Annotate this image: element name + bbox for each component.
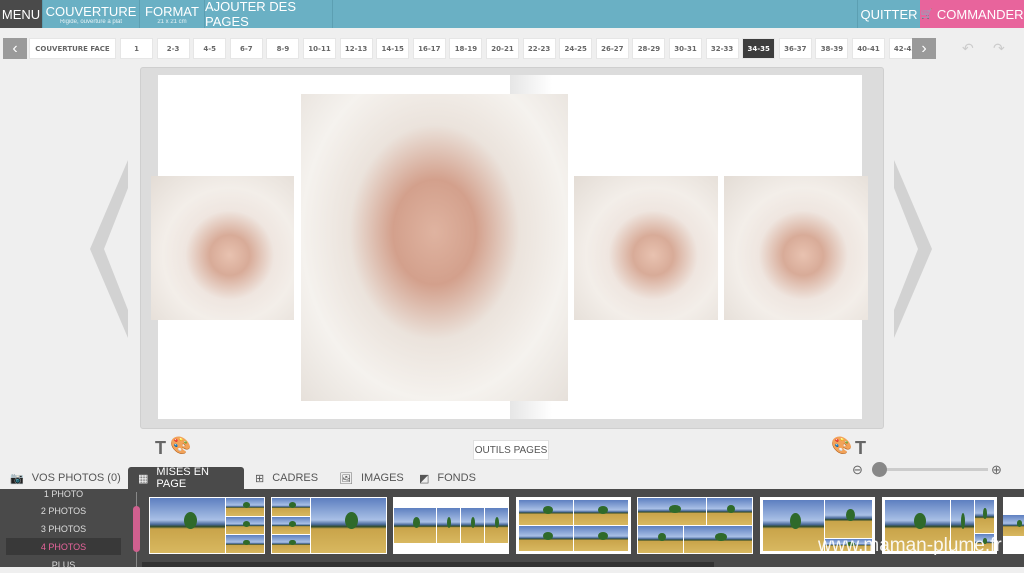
layout-thumbnail[interactable] (516, 497, 631, 554)
tab-frames[interactable]: ⊞ CADRES (255, 467, 318, 489)
page-tab[interactable]: 38-39 (815, 38, 849, 59)
camera-icon: 📷 (10, 472, 24, 485)
next-spread-arrow[interactable] (892, 160, 932, 338)
page-tab[interactable]: 14-15 (376, 38, 410, 59)
tab-label: IMAGES (360, 472, 404, 484)
page-tab[interactable]: 24-25 (559, 38, 593, 59)
add-pages-label: AJOUTER DES PAGES (205, 0, 297, 29)
page-tab[interactable]: 12-13 (339, 38, 373, 59)
layout-menu-3-photos[interactable]: 3 PHOTOS (6, 520, 121, 537)
page-tab[interactable]: 1 (120, 38, 153, 59)
prev-spread-arrow[interactable] (90, 160, 130, 338)
layout-menu-1-photo[interactable]: 1 PHOTO (6, 485, 121, 502)
tab-layouts[interactable]: ▦ MISES EN PAGE (128, 466, 244, 490)
tab-images[interactable]: 🖼 IMAGES (339, 467, 404, 489)
tab-backgrounds[interactable]: ◩ FONDS (419, 467, 476, 489)
image-icon: 🖼 (339, 472, 353, 485)
photo-slot[interactable] (151, 176, 294, 320)
page-tab[interactable]: 36-37 (778, 38, 812, 59)
page-tab[interactable]: 34-35 (742, 38, 776, 59)
order-button[interactable]: 🛒 COMMANDER (920, 0, 1024, 28)
cart-icon: 🛒 (920, 8, 933, 20)
format-button[interactable]: FORMAT 21 x 21 cm (140, 0, 205, 28)
page-tab[interactable]: 20-21 (486, 38, 519, 59)
cover-sub: Rigide, ouverture à plat (59, 18, 123, 25)
background-icon: ◩ (419, 472, 430, 485)
page-tab[interactable]: COUVERTURE FACE (29, 38, 116, 59)
tab-label: CADRES (272, 472, 319, 484)
page-tab[interactable]: 22-23 (522, 38, 556, 59)
layout-thumbnail[interactable] (393, 497, 509, 554)
layout-thumbnail[interactable] (637, 497, 753, 554)
page-tab[interactable]: 18-19 (449, 38, 483, 59)
page-tab[interactable]: 4-5 (193, 38, 227, 59)
tab-label: VOS PHOTOS (0) (31, 472, 121, 484)
menu-label: MENU (1, 6, 41, 22)
layout-icon: ▦ (138, 472, 149, 485)
palette-icon[interactable]: 🎨 (831, 436, 852, 456)
page-tab[interactable]: 32-33 (705, 38, 739, 59)
cover-label: COUVERTURE (45, 3, 137, 19)
redo-icon[interactable]: ↷ (993, 40, 1005, 57)
prev-page-button[interactable]: ‹ (3, 38, 27, 59)
layout-menu-more[interactable]: PLUS (6, 556, 121, 573)
undo-icon[interactable]: ↶ (962, 40, 974, 57)
palette-icon[interactable]: 🎨 (170, 436, 191, 456)
format-sub: 21 x 21 cm (157, 18, 187, 25)
page-tab[interactable]: 26-27 (595, 38, 629, 59)
text-icon[interactable]: T (855, 438, 866, 459)
page-tools-button[interactable]: OUTILS PAGES (473, 440, 549, 460)
page-tab[interactable]: 28-29 (632, 38, 666, 59)
quit-label: QUITTER (860, 6, 918, 22)
photo-slot[interactable] (301, 94, 568, 401)
format-label: FORMAT (145, 3, 199, 19)
watermark: www.maman-plume.fr (818, 535, 1002, 556)
layout-thumbnail[interactable] (271, 497, 387, 554)
layout-thumbnail[interactable] (149, 497, 265, 554)
add-pages-button[interactable]: AJOUTER DES PAGES (205, 0, 333, 29)
photo-slot[interactable] (724, 176, 868, 320)
page-tab[interactable]: 8-9 (266, 38, 300, 59)
panel-tabs: 📷 VOS PHOTOS (0) ▦ MISES EN PAGE ⊞ CADRES 🖼… (0, 466, 1024, 490)
layout-menu-4-photos[interactable]: 4 PHOTOS (6, 538, 121, 555)
page-tab[interactable]: 6-7 (229, 38, 263, 59)
page-tab[interactable]: 10-11 (303, 38, 336, 59)
horizontal-scrollbar[interactable] (142, 562, 714, 567)
layout-menu-2-photos[interactable]: 2 PHOTOS (6, 502, 121, 519)
tab-label: FONDS (437, 472, 476, 484)
page-tab[interactable]: 40-41 (852, 38, 885, 59)
order-label: COMMANDER (936, 6, 1024, 22)
page-tab[interactable]: 30-31 (669, 38, 702, 59)
quit-button[interactable]: QUITTER (857, 0, 920, 28)
frame-icon: ⊞ (255, 472, 265, 485)
page-tab[interactable]: 16-17 (412, 38, 446, 59)
layout-thumbnail[interactable] (1003, 497, 1024, 554)
scrollbar-thumb[interactable] (133, 506, 140, 552)
page-tab[interactable]: 2-3 (156, 38, 190, 59)
menu-button[interactable]: MENU (0, 0, 43, 28)
next-page-button[interactable]: › (912, 38, 936, 59)
page-tools-label: OUTILS PAGES (474, 444, 548, 456)
cover-button[interactable]: COUVERTURE Rigide, ouverture à plat (43, 0, 140, 28)
top-bar: MENU COUVERTURE Rigide, ouverture à plat … (0, 0, 1024, 29)
text-icon[interactable]: T (155, 438, 166, 459)
tab-label: MISES EN PAGE (156, 466, 209, 490)
photo-slot[interactable] (574, 176, 718, 320)
